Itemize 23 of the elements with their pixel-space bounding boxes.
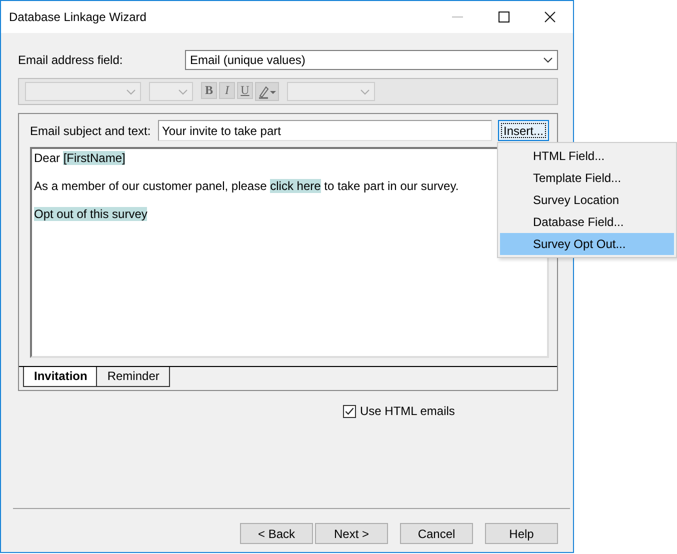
checkbox-label: Use HTML emails — [360, 404, 455, 418]
survey-link[interactable]: click here — [270, 179, 321, 193]
chevron-down-icon[interactable] — [543, 57, 553, 63]
tab[interactable]: Reminder — [96, 367, 170, 387]
dialog-button[interactable]: Cancel — [400, 523, 473, 544]
field-label: Email subject and text: — [30, 124, 152, 138]
subject-input-field[interactable]: Your invite to take part — [158, 120, 492, 141]
menu-item[interactable]: Survey Opt Out... — [500, 233, 674, 255]
field-label: Email address field: — [18, 53, 124, 67]
tab[interactable]: Invitation — [23, 367, 98, 387]
size-dropdown[interactable] — [149, 82, 193, 101]
dialog-button[interactable]: Help — [485, 523, 558, 544]
window-title: Database Linkage Wizard — [8, 10, 146, 24]
font-dropdown[interactable] — [25, 82, 141, 101]
email-field-dropdown[interactable]: Email (unique values) — [185, 50, 558, 70]
highlight-color-button[interactable] — [255, 82, 279, 101]
dialog-button[interactable]: Next > — [315, 523, 388, 544]
style-dropdown[interactable] — [287, 82, 375, 101]
insert-button[interactable]: Insert... — [498, 120, 549, 141]
html-emails-checkbox[interactable] — [343, 404, 356, 418]
dialog-button[interactable]: < Back — [240, 523, 313, 544]
survey-link[interactable]: Opt out of this survey — [34, 207, 148, 221]
merge-field: [FirstName] — [63, 151, 126, 165]
